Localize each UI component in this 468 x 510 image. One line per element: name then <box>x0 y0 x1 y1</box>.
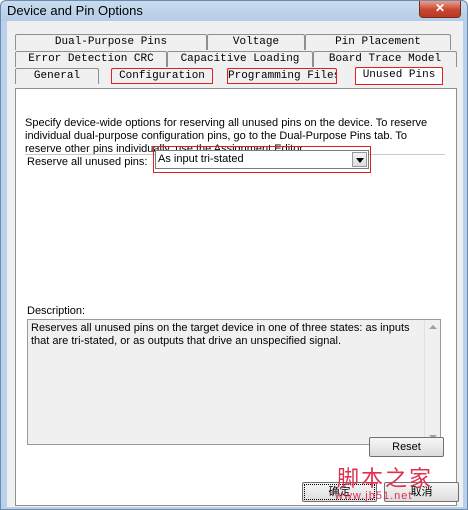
reserve-unused-pins-value: As input tri-stated <box>158 153 244 165</box>
tab-strip: Dual-Purpose Pins Voltage Pin Placement … <box>7 21 463 89</box>
tab-voltage[interactable]: Voltage <box>207 34 305 50</box>
chevron-down-icon[interactable] <box>352 152 367 167</box>
description-label: Description: <box>27 305 86 317</box>
tab-pin-placement[interactable]: Pin Placement <box>305 34 451 50</box>
description-scrollbar[interactable] <box>424 320 440 444</box>
tab-configuration[interactable]: Configuration <box>111 68 213 84</box>
tab-programming-files[interactable]: Programming Files <box>227 68 337 84</box>
watermark-url: www.jb51.net <box>335 490 413 502</box>
tab-board-trace-model[interactable]: Board Trace Model <box>313 51 457 67</box>
scroll-up-icon[interactable] <box>429 325 437 329</box>
tab-unused-pins[interactable]: Unused Pins <box>355 67 443 85</box>
reserve-unused-pins-select[interactable]: As input tri-stated <box>155 150 369 169</box>
close-icon: ✕ <box>434 1 446 15</box>
window-title: Device and Pin Options <box>7 3 143 18</box>
tab-dual-purpose-pins[interactable]: Dual-Purpose Pins <box>15 34 207 50</box>
watermark: 脚本之家 <box>337 467 434 492</box>
client-area: Dual-Purpose Pins Voltage Pin Placement … <box>7 21 463 507</box>
tab-capacitive-loading[interactable]: Capacitive Loading <box>167 51 313 67</box>
reset-button[interactable]: Reset <box>369 437 444 457</box>
close-button[interactable]: ✕ <box>419 1 461 18</box>
tab-general[interactable]: General <box>15 68 99 84</box>
reserve-unused-pins-label: Reserve all unused pins: <box>27 156 148 168</box>
description-text: Reserves all unused pins on the target d… <box>31 322 410 347</box>
dialog-window: Device and Pin Options ✕ Dual-Purpose Pi… <box>0 0 468 510</box>
title-bar[interactable]: Device and Pin Options ✕ <box>1 1 467 21</box>
tab-error-detection-crc[interactable]: Error Detection CRC <box>15 51 167 67</box>
description-box: Reserves all unused pins on the target d… <box>27 319 441 445</box>
